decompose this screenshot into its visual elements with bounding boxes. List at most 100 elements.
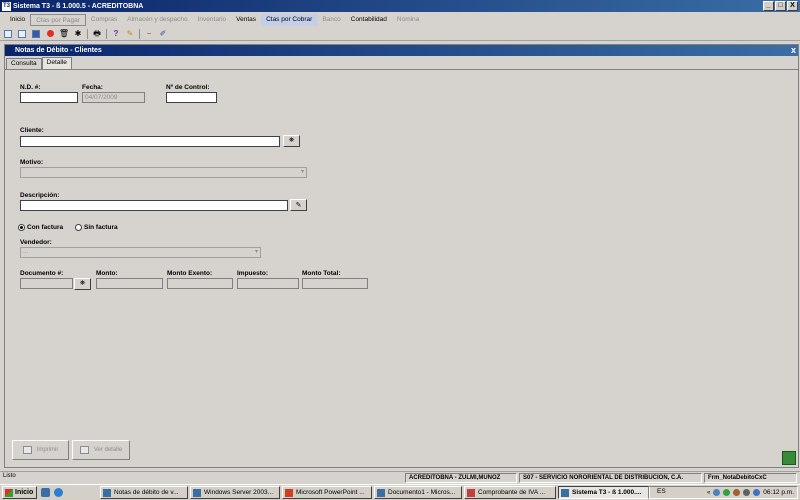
task-sistema-t3[interactable]: Sistema T3 - ß 1.000.... [558,486,650,499]
motivo-select[interactable]: ▾ [20,167,307,178]
app-icon: T3 [2,1,11,11]
t3-app-icon [561,489,569,497]
help-icon[interactable]: ? [111,29,121,39]
app-title: Sistema T3 - ß 1.000.5 - ACREDITOBNA [13,2,144,10]
system-tray: « 06:12 p.m. [648,486,798,499]
task-label: Windows Server 2003... [204,489,274,496]
new-icon[interactable] [3,29,13,39]
task-documento1[interactable]: Documento1 - Micros... [374,486,462,499]
print-icon[interactable]: 🖶 [92,29,102,39]
vendedor-select[interactable]: ... ▾ [20,247,261,258]
minimize-button[interactable]: _ [763,1,774,11]
quicklaunch-ie-icon[interactable] [54,488,63,497]
menu-almacen[interactable]: Almacén y despacho [122,14,192,26]
delete-icon[interactable]: 🗑 [59,29,69,39]
tab-detalle[interactable]: Detalle [41,57,72,69]
chevron-down-icon: ▾ [254,249,258,255]
task-windows-server[interactable]: Windows Server 2003... [190,486,280,499]
fecha-input[interactable]: 04/07/2009 [82,92,145,103]
brush-icon[interactable]: ✎ [125,29,135,39]
menu-ctas-por-pagar[interactable]: Ctas por Pagar [30,13,86,26]
toolbar-separator [87,28,88,39]
vendedor-value: ... [23,249,29,255]
con-factura-radio[interactable]: Con factura [18,224,63,231]
toolbar: 🗑 ✱ 🖶 ? ✎ − ✐ [0,27,800,41]
status-text: Listo [3,473,16,479]
tray-shield-icon[interactable] [723,489,731,496]
tray-volume-icon[interactable] [743,489,751,496]
nd-input[interactable] [20,92,78,103]
sin-factura-radio[interactable]: Sin factura [75,224,118,231]
descripcion-edit-icon[interactable]: ✎ [290,199,307,211]
monto-total-label: Monto Total: [302,270,341,277]
app-logo-icon [782,451,796,465]
task-label: Microsoft PowerPoint ... [296,489,365,496]
cliente-input[interactable] [20,136,280,147]
child-window-title: Notas de Débito - Clientes [15,47,102,54]
maximize-button[interactable]: □ [775,1,786,11]
clock: 06:12 p.m. [763,489,794,496]
control-input[interactable] [166,92,217,103]
minus-icon[interactable]: − [144,29,154,39]
child-close-icon[interactable]: x [791,45,796,55]
child-window-title-bar: Notas de Débito - Clientes x [5,45,798,56]
task-notas-debito[interactable]: Notas de débito de v... [100,486,188,499]
filter-icon[interactable]: ✱ [73,29,83,39]
menu-inventario[interactable]: Inventario [193,14,232,26]
printer-icon [22,446,32,454]
task-label: Sistema T3 - ß 1.000.... [572,489,642,496]
menu-banco[interactable]: Banco [317,14,345,26]
tray-expand-icon[interactable]: « [707,490,710,496]
task-comprobante-iva[interactable]: Comprobante de IVA ... [464,486,556,499]
documento-search-binoculars-icon[interactable]: ⛯ [74,278,91,290]
con-factura-label: Con factura [27,224,64,231]
fecha-label: Fecha: [82,84,103,91]
tools-icon[interactable]: ✐ [158,29,168,39]
imprimir-button[interactable]: Imprimir [12,440,69,460]
close-button[interactable]: X [787,1,798,11]
quicklaunch-desktop-icon[interactable] [41,488,50,497]
magnifier-icon [79,446,89,454]
monto-exento-input[interactable] [167,278,233,289]
menu-ctas-por-cobrar[interactable]: Ctas por Cobrar [261,13,318,26]
tray-network-icon[interactable] [713,489,721,496]
documento-input[interactable] [20,278,73,289]
imprimir-label: Imprimir [36,447,59,453]
record-icon[interactable] [45,29,55,39]
status-form: Frm_NotaDebitoCxC [704,473,797,483]
monto-input[interactable] [96,278,163,289]
menu-contabilidad[interactable]: Contabilidad [346,14,392,26]
impuesto-label: Impuesto: [237,270,269,277]
status-bar: Listo ACREDITOBNA - ZULMI,MUÑOZ S07 - SE… [0,471,800,483]
impuesto-input[interactable] [237,278,299,289]
cliente-search-binoculars-icon[interactable]: ⛯ [283,135,300,147]
motivo-label: Motivo: [20,159,44,166]
start-button[interactable]: Inicio [2,486,37,499]
powerpoint-icon [285,489,293,497]
ver-detalle-button[interactable]: Ver detalle [72,440,130,460]
window-icon [193,489,201,497]
sin-factura-label: Sin factura [84,224,118,231]
tray-monitor-icon[interactable] [753,489,761,496]
save-icon[interactable] [31,29,41,39]
menu-bar: Inicio Ctas por Pagar Compras Almacén y … [0,13,800,26]
status-company: S07 - SERVICIO NORORIENTAL DE DISTRIBUCI… [519,473,702,483]
menu-compras[interactable]: Compras [86,14,122,26]
monto-total-input[interactable] [302,278,368,289]
tab-consulta[interactable]: Consulta [6,58,42,69]
detalle-form: N.D. #: Fecha: 04/07/2009 Nº de Control:… [5,69,798,467]
word-doc-icon [103,489,111,497]
task-powerpoint[interactable]: Microsoft PowerPoint ... [282,486,372,499]
menu-ventas[interactable]: Ventas [231,14,261,26]
window-controls: _ □ X [763,1,798,11]
tray-app-icon[interactable] [733,489,741,496]
descripcion-input[interactable] [20,200,288,211]
descripcion-label: Descripción: [20,192,60,199]
vendedor-label: Vendedor: [20,239,52,246]
menu-nomina[interactable]: Nómina [392,14,424,26]
edit-icon[interactable] [17,29,27,39]
monto-label: Monto: [96,270,118,277]
menu-inicio[interactable]: Inicio [5,14,30,26]
chevron-down-icon: ▾ [300,169,304,175]
status-user: ACREDITOBNA - ZULMI,MUÑOZ [405,473,517,483]
